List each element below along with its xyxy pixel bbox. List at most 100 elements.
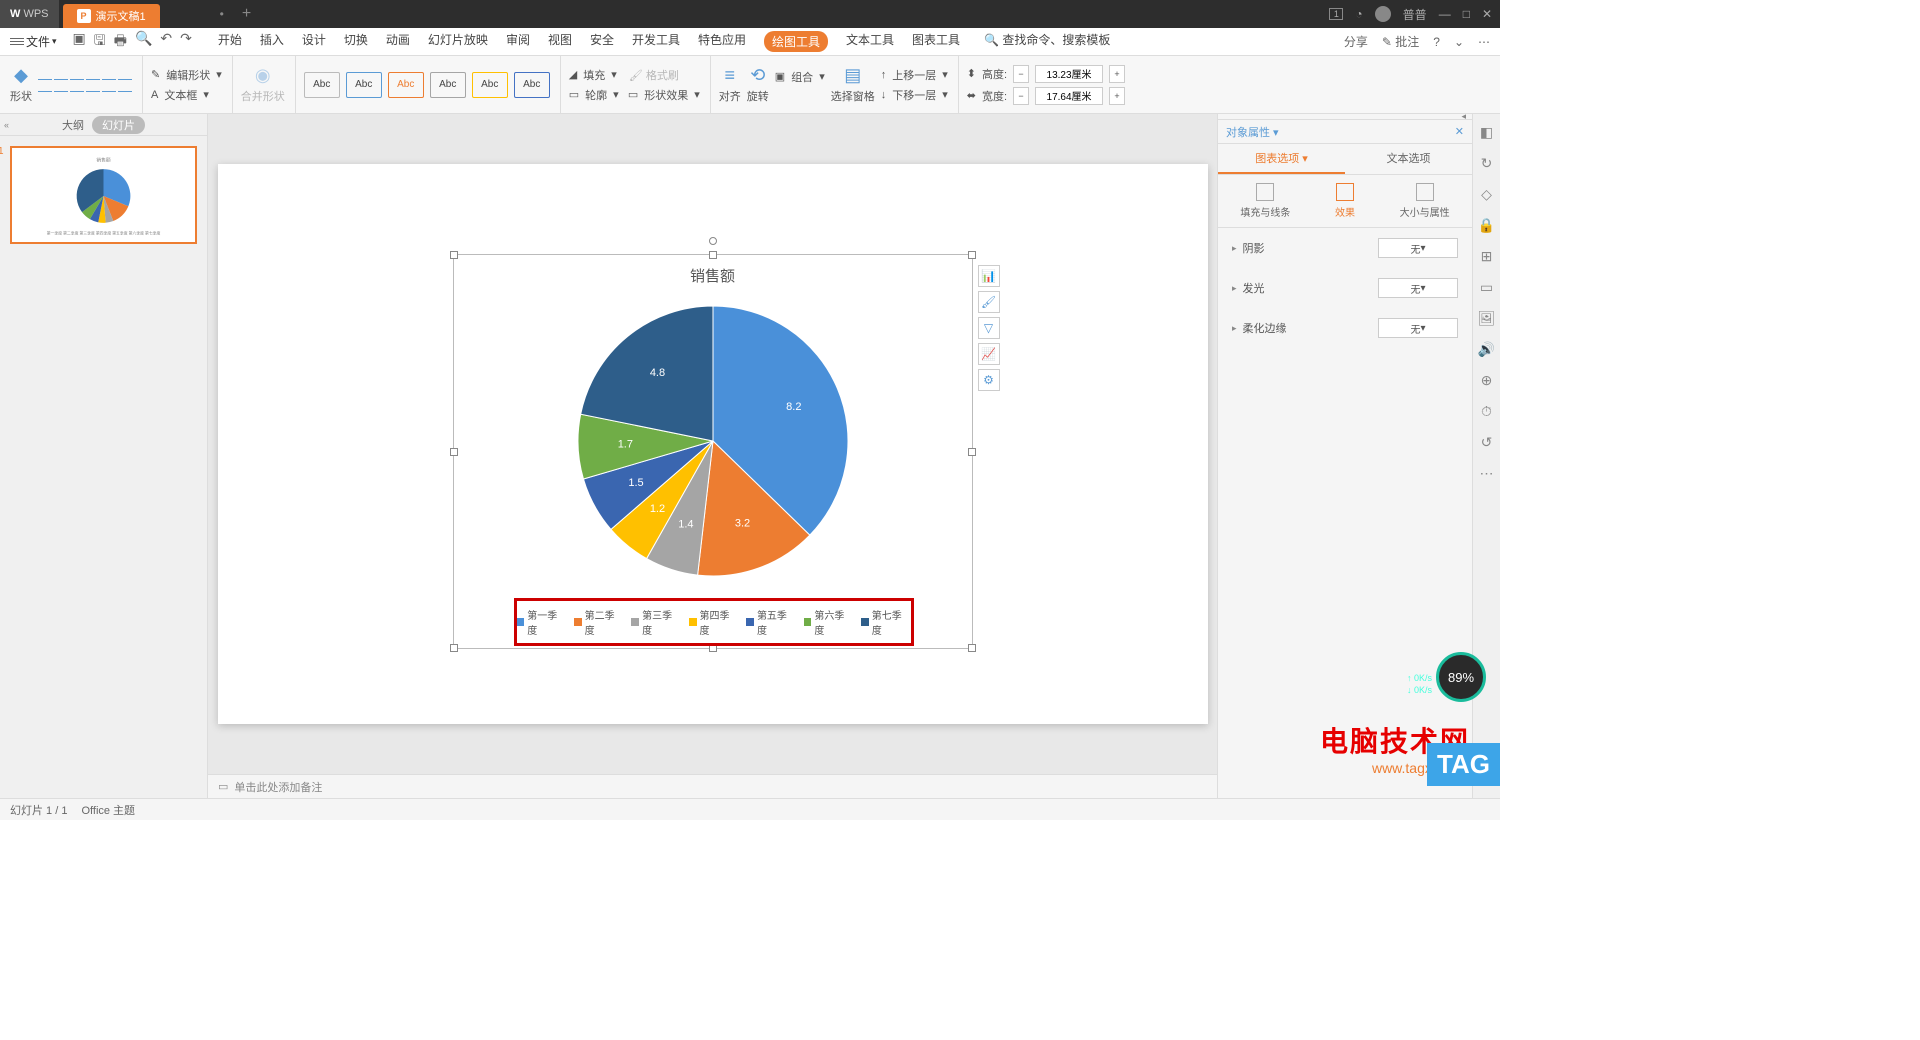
- tab-insert[interactable]: 插入: [260, 31, 284, 52]
- shadow-row[interactable]: ▸阴影无 ▾: [1218, 228, 1472, 268]
- preview-icon[interactable]: 🔍: [135, 30, 152, 54]
- handle-n[interactable]: [709, 251, 717, 259]
- chart-options-tab[interactable]: 图表选项 ▾: [1218, 144, 1345, 174]
- width-minus[interactable]: −: [1013, 87, 1029, 105]
- slide-thumbnail[interactable]: 销售额 第一季度 第二季度 第三季度 第四季度 第五季度 第六季度 第七季度: [10, 146, 197, 244]
- tab-view[interactable]: 视图: [548, 31, 572, 52]
- rail-icon[interactable]: ↺: [1481, 434, 1493, 451]
- chart-brush-icon[interactable]: 🖌: [978, 291, 1000, 313]
- tab-start[interactable]: 开始: [218, 31, 242, 52]
- svg-text:1.7: 1.7: [617, 439, 632, 451]
- slide-panel: « 大纲 幻灯片 1 销售额: [0, 114, 208, 798]
- undo-icon[interactable]: ↶: [160, 30, 172, 54]
- chart-object[interactable]: 销售额 8.23.21.41.21.51.74.8 第一季度第二季度第三季度第四…: [453, 254, 973, 649]
- rail-icon[interactable]: ⊕: [1481, 372, 1493, 389]
- print-icon[interactable]: 🖶: [114, 30, 127, 54]
- search-command[interactable]: 🔍 查找命令、搜索模板: [984, 31, 1110, 52]
- handle-w[interactable]: [450, 448, 458, 456]
- height-plus[interactable]: +: [1109, 65, 1125, 83]
- tab-dev[interactable]: 开发工具: [632, 31, 680, 52]
- style-gallery[interactable]: Abc Abc Abc Abc Abc Abc: [304, 56, 561, 113]
- collapse-ribbon-icon[interactable]: ⌄: [1454, 35, 1464, 49]
- tab-review[interactable]: 审阅: [506, 31, 530, 52]
- file-menu[interactable]: 文件▾: [10, 33, 57, 50]
- maximize-icon[interactable]: □: [1463, 7, 1470, 21]
- handle-ne[interactable]: [968, 251, 976, 259]
- help-icon[interactable]: ?: [1433, 35, 1440, 49]
- annotate-button[interactable]: ✎ 批注: [1382, 33, 1419, 50]
- line-gallery[interactable]: [38, 74, 132, 96]
- combine-button[interactable]: ▣ 组合 ▾: [775, 69, 825, 85]
- down-layer-button[interactable]: ↓ 下移一层 ▾: [881, 87, 948, 103]
- rail-icon[interactable]: ⋯: [1480, 465, 1494, 482]
- tab-chart-tools[interactable]: 图表工具: [912, 31, 960, 52]
- chart-data-icon[interactable]: 📈: [978, 343, 1000, 365]
- handle-nw[interactable]: [450, 251, 458, 259]
- text-options-tab[interactable]: 文本选项: [1345, 144, 1472, 174]
- outline-tab[interactable]: 大纲: [62, 117, 84, 133]
- width-plus[interactable]: +: [1109, 87, 1125, 105]
- tab-slideshow[interactable]: 幻灯片放映: [428, 31, 488, 52]
- new-tab-button[interactable]: +: [242, 5, 251, 23]
- handle-sw[interactable]: [450, 644, 458, 652]
- tab-draw[interactable]: 绘图工具: [764, 31, 828, 52]
- tab-security[interactable]: 安全: [590, 31, 614, 52]
- fill-button[interactable]: ◢ 填充 ▾ 🖌 格式刷: [569, 67, 700, 83]
- shape-button[interactable]: ◆形状: [10, 65, 32, 104]
- rotate-handle[interactable]: [709, 237, 717, 245]
- avatar-icon[interactable]: [1375, 6, 1391, 22]
- textbox-button[interactable]: A 文本框 ▾: [151, 87, 222, 103]
- height-minus[interactable]: −: [1013, 65, 1029, 83]
- rail-icon[interactable]: 🔒: [1478, 217, 1495, 234]
- notes-bar[interactable]: ▭ 单击此处添加备注: [208, 774, 1217, 798]
- collapse-panel-icon[interactable]: «: [4, 120, 9, 130]
- outline-button[interactable]: ▭ 轮廓 ▾ ▭ 形状效果 ▾: [569, 87, 700, 103]
- window-icon-1[interactable]: 1: [1329, 8, 1343, 20]
- performance-widget[interactable]: 89%: [1436, 652, 1486, 702]
- tab-transition[interactable]: 切换: [344, 31, 368, 52]
- skin-icon[interactable]: ◔: [1355, 7, 1362, 21]
- rail-icon[interactable]: ◇: [1481, 186, 1492, 203]
- rail-icon[interactable]: ⊞: [1481, 248, 1493, 265]
- more-icon[interactable]: ⋯: [1478, 35, 1490, 49]
- height-input[interactable]: [1035, 65, 1103, 83]
- effects-subtab[interactable]: 效果: [1335, 183, 1355, 219]
- canvas-area: 销售额 8.23.21.41.21.51.74.8 第一季度第二季度第三季度第四…: [208, 114, 1217, 798]
- rail-icon[interactable]: ↻: [1481, 155, 1493, 172]
- handle-e[interactable]: [968, 448, 976, 456]
- share-button[interactable]: 分享: [1344, 33, 1368, 50]
- chart-element-icon[interactable]: 📊: [978, 265, 1000, 287]
- save-icon[interactable]: 🖫: [94, 30, 106, 54]
- rotate-button[interactable]: ⟲旋转: [747, 65, 769, 104]
- minimize-icon[interactable]: —: [1439, 7, 1451, 21]
- close-panel-icon[interactable]: ✕: [1455, 125, 1464, 138]
- chart-settings-icon[interactable]: ⚙: [978, 369, 1000, 391]
- soft-edge-row[interactable]: ▸柔化边缘无 ▾: [1218, 308, 1472, 348]
- open-icon[interactable]: ▣: [73, 30, 86, 54]
- select-pane-button[interactable]: ▤选择窗格: [831, 65, 875, 104]
- rail-icon[interactable]: ▭: [1480, 279, 1493, 296]
- rail-icon[interactable]: ⏱: [1481, 403, 1492, 420]
- chart-filter-icon[interactable]: ▽: [978, 317, 1000, 339]
- rail-icon[interactable]: 🖼: [1478, 310, 1496, 327]
- close-icon[interactable]: ✕: [1482, 7, 1492, 21]
- slides-tab[interactable]: 幻灯片: [92, 116, 145, 134]
- tab-animation[interactable]: 动画: [386, 31, 410, 52]
- up-layer-button[interactable]: ↑ 上移一层 ▾: [881, 67, 948, 83]
- tab-design[interactable]: 设计: [302, 31, 326, 52]
- handle-se[interactable]: [968, 644, 976, 652]
- document-tab[interactable]: P演示文稿1: [63, 4, 160, 28]
- slide[interactable]: 销售额 8.23.21.41.21.51.74.8 第一季度第二季度第三季度第四…: [218, 164, 1208, 724]
- size-props-subtab[interactable]: 大小与属性: [1400, 183, 1450, 219]
- edit-shape-button[interactable]: ✎ 编辑形状 ▾: [151, 67, 222, 83]
- glow-row[interactable]: ▸发光无 ▾: [1218, 268, 1472, 308]
- tab-text-tools[interactable]: 文本工具: [846, 31, 894, 52]
- redo-icon[interactable]: ↷: [180, 30, 192, 54]
- fill-line-subtab[interactable]: 填充与线条: [1240, 183, 1290, 219]
- tab-special[interactable]: 特色应用: [698, 31, 746, 52]
- rail-icon[interactable]: ◧: [1480, 124, 1493, 141]
- network-info: ↑ 0K/s↓ 0K/s: [1407, 672, 1432, 697]
- align-button[interactable]: ≡对齐: [719, 65, 741, 104]
- rail-icon[interactable]: 🔊: [1478, 341, 1495, 358]
- width-input[interactable]: [1035, 87, 1103, 105]
